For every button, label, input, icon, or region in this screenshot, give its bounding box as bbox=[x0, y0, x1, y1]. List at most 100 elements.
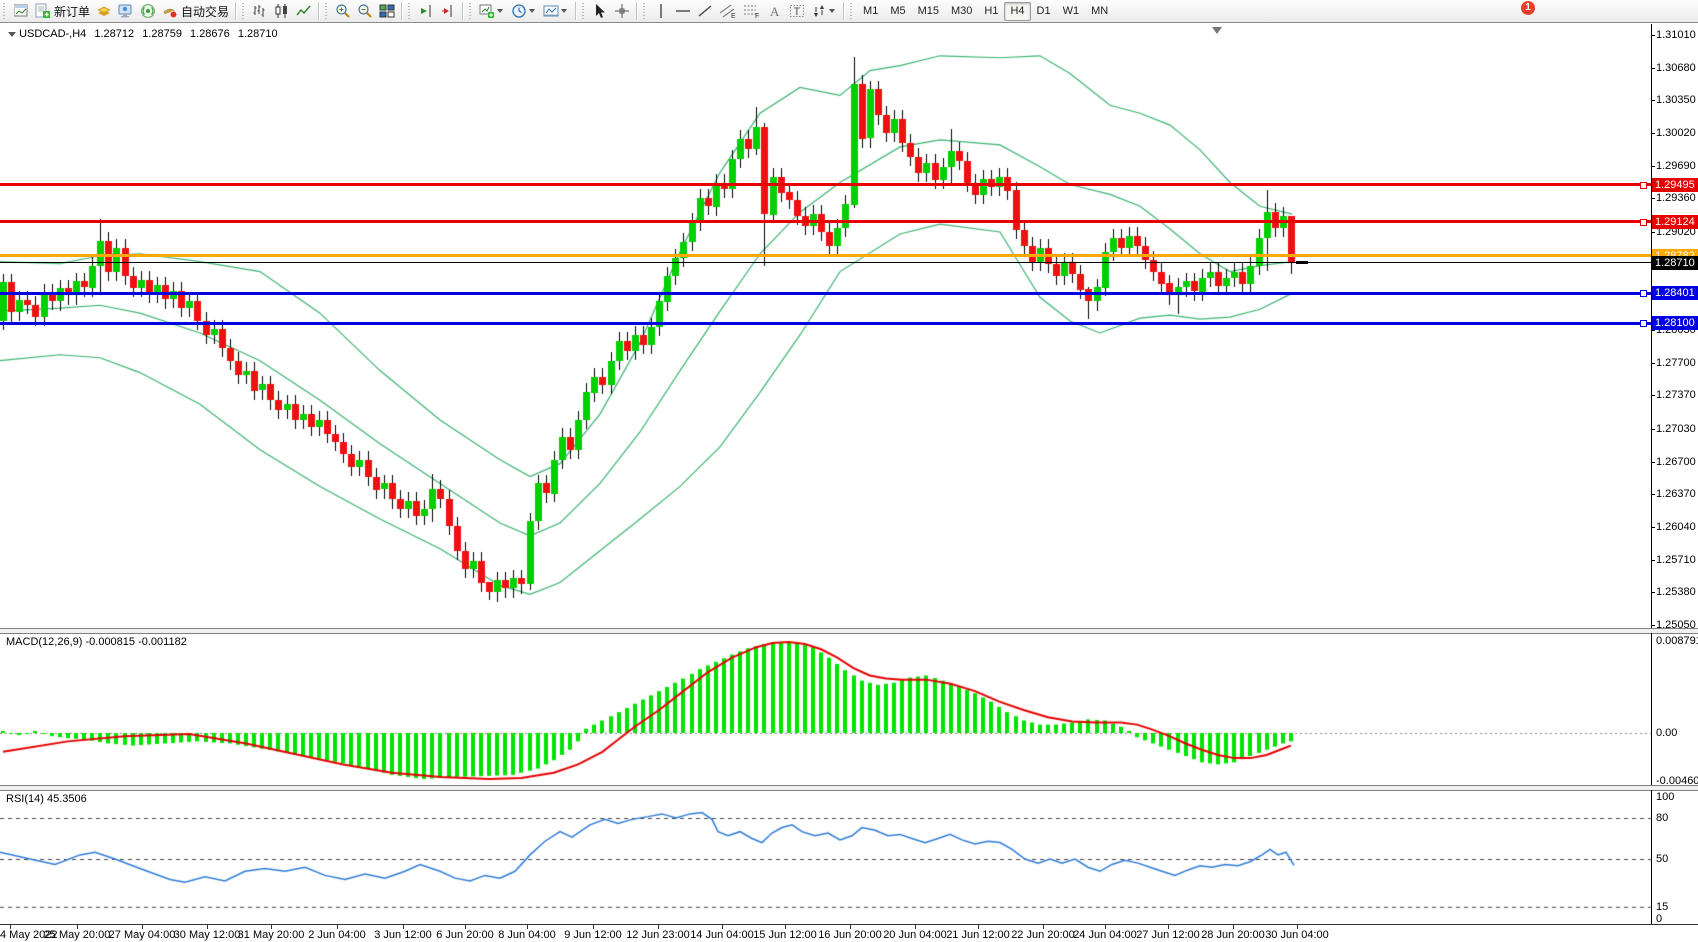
line-endpoint-marker[interactable] bbox=[1640, 290, 1647, 297]
timeframe-button-m15[interactable]: M15 bbox=[912, 2, 945, 21]
bar-chart-icon bbox=[252, 3, 268, 19]
toolbar-grip[interactable] bbox=[407, 3, 412, 19]
price-chart-canvas[interactable] bbox=[0, 24, 1651, 628]
chart-shift-marker[interactable] bbox=[1212, 27, 1222, 34]
rsi-canvas[interactable] bbox=[0, 790, 1651, 924]
support-resistance-line[interactable] bbox=[0, 220, 1651, 223]
line-chart-mode-button[interactable] bbox=[293, 1, 315, 21]
cursor-tool-button[interactable] bbox=[589, 1, 611, 21]
time-axis-tick bbox=[1233, 925, 1234, 929]
rsi-axis-tick: 100 bbox=[1656, 791, 1674, 803]
timeframe-button-d1[interactable]: D1 bbox=[1031, 2, 1057, 21]
toolbar-grip[interactable] bbox=[241, 3, 246, 19]
gold-box-icon-button[interactable] bbox=[93, 1, 115, 21]
autotrading-button[interactable]: 自动交易 bbox=[159, 1, 232, 21]
price-axis-tick: 1.26370 bbox=[1656, 488, 1696, 500]
auto-scroll-button[interactable] bbox=[415, 1, 437, 21]
support-resistance-line[interactable] bbox=[0, 183, 1651, 186]
toolbar-grip[interactable] bbox=[849, 3, 854, 19]
toolbar-separator bbox=[235, 2, 236, 20]
periods-clock-button[interactable] bbox=[508, 1, 540, 21]
instrument-dropdown-icon[interactable] bbox=[8, 30, 16, 38]
time-axis-tick bbox=[271, 925, 272, 929]
timeframe-button-m30[interactable]: M30 bbox=[945, 2, 978, 21]
macd-header: MACD(12,26,9) -0.000815 -0.001182 bbox=[6, 636, 187, 648]
macd-canvas[interactable] bbox=[0, 633, 1651, 785]
crosshair-tool-button[interactable] bbox=[611, 1, 633, 21]
macd-label: MACD(12,26,9) bbox=[6, 636, 82, 648]
toolbar-separator bbox=[462, 2, 463, 20]
new-order-button[interactable]: 新订单 bbox=[32, 1, 93, 21]
timeframe-button-mn[interactable]: MN bbox=[1085, 2, 1114, 21]
horizontal-line-tool-button[interactable] bbox=[672, 1, 694, 21]
text-icon: A bbox=[767, 3, 783, 19]
signal-icon-button[interactable] bbox=[137, 1, 159, 21]
chevron-down-icon bbox=[561, 9, 567, 13]
arrows-tool-button[interactable] bbox=[808, 1, 840, 21]
toolbar-grip[interactable] bbox=[468, 3, 473, 19]
vertical-line-tool-button[interactable] bbox=[650, 1, 672, 21]
rsi-axis-tick: 15 bbox=[1656, 901, 1668, 913]
timeframe-button-m5[interactable]: M5 bbox=[884, 2, 911, 21]
price-axis-tick: 1.26040 bbox=[1656, 521, 1696, 533]
chart-window-icon bbox=[14, 4, 28, 18]
svg-text:A: A bbox=[770, 4, 780, 19]
line-endpoint-marker[interactable] bbox=[1640, 219, 1647, 226]
candlestick-mode-button[interactable] bbox=[271, 1, 293, 21]
rsi-axis-tick: 80 bbox=[1656, 812, 1668, 824]
support-resistance-line[interactable] bbox=[0, 292, 1651, 295]
fibonacci-tool-button[interactable]: F bbox=[740, 1, 764, 21]
price-axis-tick: 1.25380 bbox=[1656, 586, 1696, 598]
macd-axis-tick: 0.00 bbox=[1656, 727, 1677, 739]
new-chart-button[interactable] bbox=[476, 1, 508, 21]
timeframe-button-w1[interactable]: W1 bbox=[1057, 2, 1086, 21]
chart-profile-button[interactable] bbox=[540, 1, 572, 21]
terminal-icon-button[interactable] bbox=[115, 1, 137, 21]
last-price-dash bbox=[1296, 261, 1308, 264]
time-axis-tick bbox=[465, 925, 466, 929]
chart-shift-button[interactable] bbox=[437, 1, 459, 21]
support-resistance-line[interactable] bbox=[0, 322, 1651, 325]
bar-chart-mode-button[interactable] bbox=[249, 1, 271, 21]
tile-windows-button[interactable] bbox=[376, 1, 398, 21]
time-axis-tick bbox=[785, 925, 786, 929]
toolbar-grip[interactable] bbox=[642, 3, 647, 19]
timeframe-button-m1[interactable]: M1 bbox=[857, 2, 884, 21]
rsi-value: 45.3506 bbox=[47, 793, 87, 805]
price-axis-tick: 1.29690 bbox=[1656, 160, 1696, 172]
price-axis-tick: 1.30020 bbox=[1656, 127, 1696, 139]
chart-window-icon[interactable] bbox=[10, 1, 32, 21]
zoom-in-button[interactable] bbox=[332, 1, 354, 21]
support-resistance-line[interactable] bbox=[0, 254, 1651, 257]
trendline-tool-button[interactable] bbox=[694, 1, 716, 21]
time-axis-tick bbox=[978, 925, 979, 929]
text-tool-button[interactable]: A bbox=[764, 1, 786, 21]
vertical-line-icon bbox=[653, 3, 669, 19]
zoom-out-icon bbox=[357, 3, 373, 19]
toolbar-grip[interactable] bbox=[581, 3, 586, 19]
timeframe-button-h1[interactable]: H1 bbox=[978, 2, 1004, 21]
line-endpoint-marker[interactable] bbox=[1640, 320, 1647, 327]
price-axis-tick: 1.27370 bbox=[1656, 389, 1696, 401]
equidistant-channel-tool-button[interactable]: E bbox=[716, 1, 740, 21]
text-label-tool-button[interactable]: T bbox=[786, 1, 808, 21]
zoom-out-button[interactable] bbox=[354, 1, 376, 21]
toolbar-grip[interactable] bbox=[324, 3, 329, 19]
channel-icon: E bbox=[719, 3, 737, 19]
timeframe-button-h4[interactable]: H4 bbox=[1004, 2, 1030, 21]
time-axis-tick bbox=[337, 925, 338, 929]
current-price-label: 1.28710 bbox=[1652, 256, 1698, 270]
svg-text:E: E bbox=[731, 13, 736, 19]
tile-windows-icon bbox=[379, 3, 395, 19]
price-axis-tick: 1.26700 bbox=[1656, 456, 1696, 468]
time-axis-tick bbox=[1043, 925, 1044, 929]
current-price-line[interactable] bbox=[0, 262, 1651, 263]
ohlc-open: 1.28712 bbox=[94, 28, 134, 40]
main-toolbar: 新订单 自动交易 bbox=[0, 0, 1698, 23]
toolbar-grip[interactable] bbox=[2, 3, 7, 19]
macd-axis-tick: 0.008791 bbox=[1656, 635, 1698, 647]
crosshair-icon bbox=[614, 3, 630, 19]
line-endpoint-marker[interactable] bbox=[1640, 182, 1647, 189]
candlestick-icon bbox=[274, 3, 290, 19]
new-order-label: 新订单 bbox=[54, 3, 90, 20]
